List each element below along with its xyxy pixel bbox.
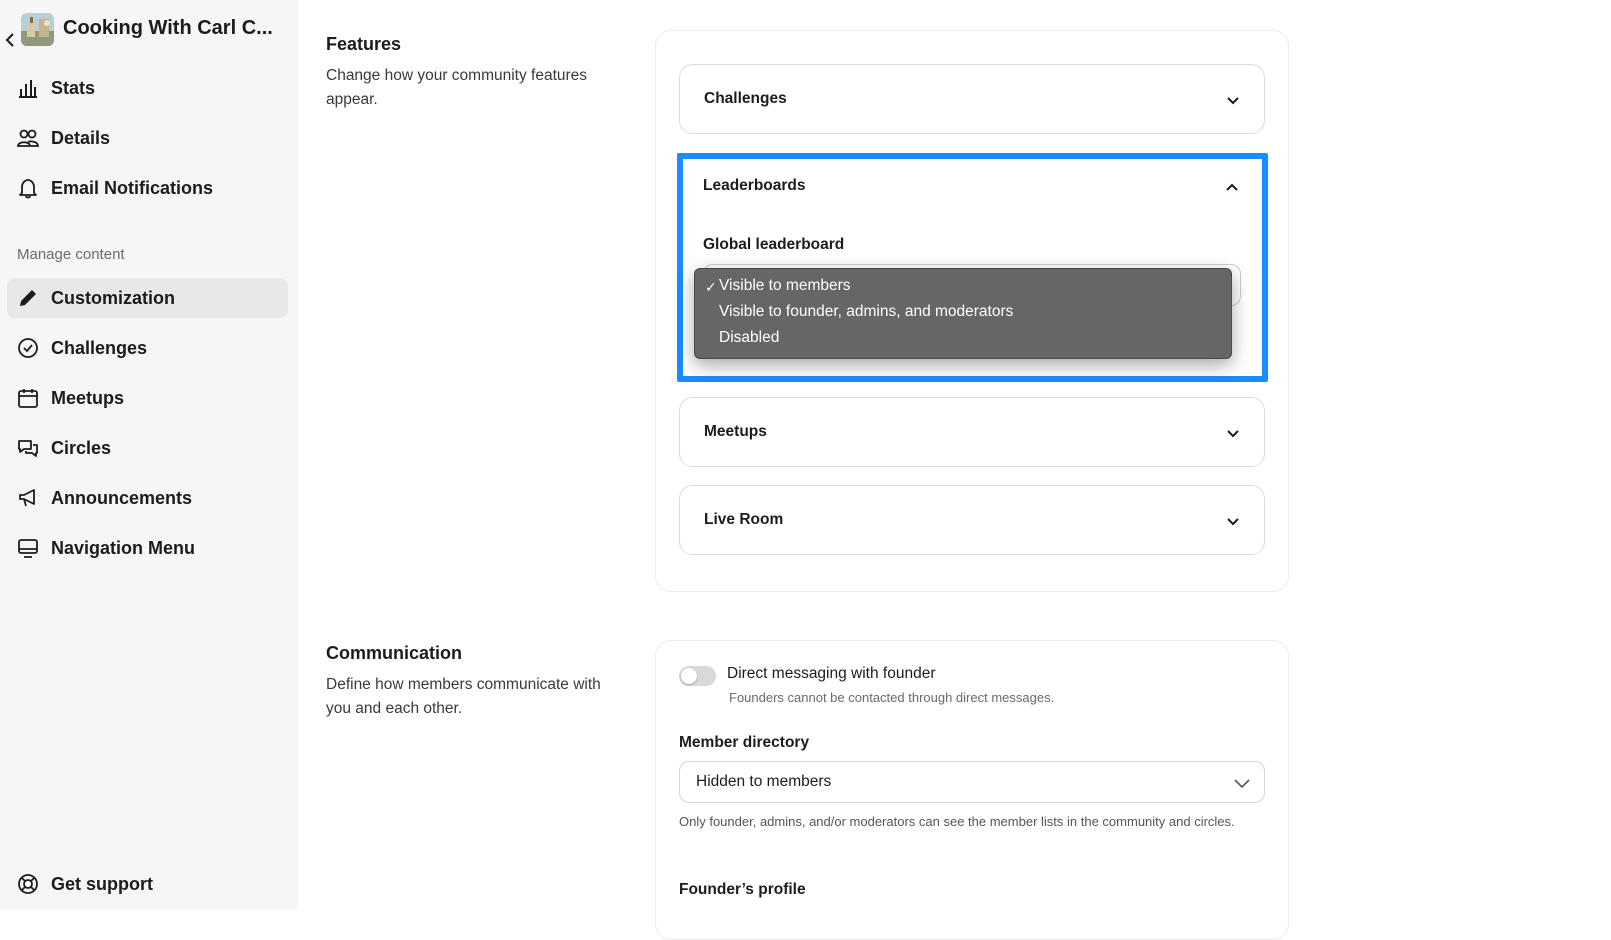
- back-button[interactable]: [0, 20, 18, 47]
- founders-profile-label: Founder’s profile: [679, 881, 806, 898]
- communication-description: Define how members communicate with you …: [326, 676, 601, 717]
- global-leaderboard-dropdown: ✓ Visible to members Visible to founder,…: [694, 268, 1232, 359]
- accordion-live-room[interactable]: Live Room: [679, 485, 1265, 555]
- global-leaderboard-label: Global leaderboard: [703, 236, 845, 253]
- sidebar-item-label: Meetups: [51, 388, 125, 408]
- chevron-up-icon[interactable]: [1225, 180, 1239, 194]
- community-image-icon: [21, 13, 54, 46]
- sidebar-item-label: Stats: [51, 78, 96, 98]
- accordion-meetups[interactable]: Meetups: [679, 397, 1265, 467]
- community-avatar[interactable]: [21, 13, 54, 46]
- chevron-down-icon: [1234, 779, 1250, 789]
- features-description: Change how your community features appea…: [326, 67, 588, 108]
- member-directory-select[interactable]: Hidden to members: [679, 761, 1265, 803]
- get-support-label: Get support: [51, 874, 153, 894]
- users-icon: [17, 129, 39, 147]
- bar-chart-icon: [19, 80, 37, 98]
- bell-icon: [19, 179, 37, 199]
- chevron-left-icon: [5, 33, 14, 47]
- direct-messaging-toggle[interactable]: [679, 666, 716, 686]
- accordion-leaderboards-label[interactable]: Leaderboards: [703, 177, 806, 195]
- sidebar-item-circles[interactable]: Circles: [7, 428, 288, 468]
- accordion-live-room-label: Live Room: [704, 511, 784, 528]
- section-label-manage-content: Manage content: [17, 246, 125, 263]
- sidebar-item-label: Announcements: [51, 488, 193, 508]
- megaphone-icon: [19, 489, 35, 507]
- sidebar-item-label: Customization: [51, 288, 175, 308]
- sidebar-item-details[interactable]: Details: [7, 118, 288, 158]
- sidebar-item-label: Details: [51, 128, 111, 148]
- sidebar: Cooking With Carl C... Stats Details Ema…: [0, 0, 298, 909]
- sidebar-item-label: Email Notifications: [51, 178, 214, 198]
- sidebar-item-customization[interactable]: Customization: [7, 278, 288, 318]
- sidebar-item-navigation-menu[interactable]: Navigation Menu: [7, 528, 288, 568]
- chevron-down-icon: [1227, 518, 1239, 526]
- chat-bubbles-icon: [18, 440, 38, 457]
- communication-title: Communication: [326, 643, 463, 663]
- member-directory-value: Hidden to members: [696, 773, 832, 790]
- sidebar-item-meetups[interactable]: Meetups: [7, 378, 288, 418]
- member-directory-label: Member directory: [679, 734, 810, 751]
- toggle-knob: [681, 668, 697, 684]
- direct-messaging-help: Founders cannot be contacted through dir…: [729, 690, 1055, 705]
- dropdown-option-visible-to-founder-admins-moderators[interactable]: Visible to founder, admins, and moderato…: [719, 303, 1013, 321]
- calendar-icon: [18, 389, 38, 408]
- dropdown-option-disabled[interactable]: Disabled: [719, 329, 779, 347]
- accordion-challenges-label: Challenges: [704, 90, 787, 107]
- community-name[interactable]: Cooking With Carl C...: [63, 17, 273, 40]
- selected-check-icon: ✓: [705, 279, 717, 295]
- accordion-challenges[interactable]: Challenges: [679, 64, 1265, 134]
- sidebar-item-email-notifications[interactable]: Email Notifications: [7, 168, 288, 208]
- get-support-link[interactable]: Get support: [7, 864, 288, 904]
- features-title: Features: [326, 34, 402, 54]
- chevron-down-icon: [1227, 430, 1239, 438]
- direct-messaging-label: Direct messaging with founder: [727, 665, 936, 682]
- sidebar-item-announcements[interactable]: Announcements: [7, 478, 288, 518]
- sidebar-item-label: Challenges: [51, 338, 148, 358]
- lifebuoy-icon: [18, 874, 38, 894]
- monitor-icon: [18, 539, 38, 558]
- sidebar-item-label: Circles: [51, 438, 112, 458]
- sidebar-item-stats[interactable]: Stats: [7, 68, 288, 108]
- dropdown-option-visible-to-members[interactable]: Visible to members: [719, 277, 851, 295]
- member-directory-help: Only founder, admins, and/or moderators …: [679, 814, 1235, 829]
- sidebar-item-label: Navigation Menu: [51, 538, 196, 558]
- accordion-meetups-label: Meetups: [704, 423, 767, 440]
- pencil-icon: [20, 290, 36, 306]
- chevron-down-icon: [1227, 97, 1239, 105]
- check-circle-icon: [18, 338, 38, 358]
- sidebar-item-challenges[interactable]: Challenges: [7, 328, 288, 368]
